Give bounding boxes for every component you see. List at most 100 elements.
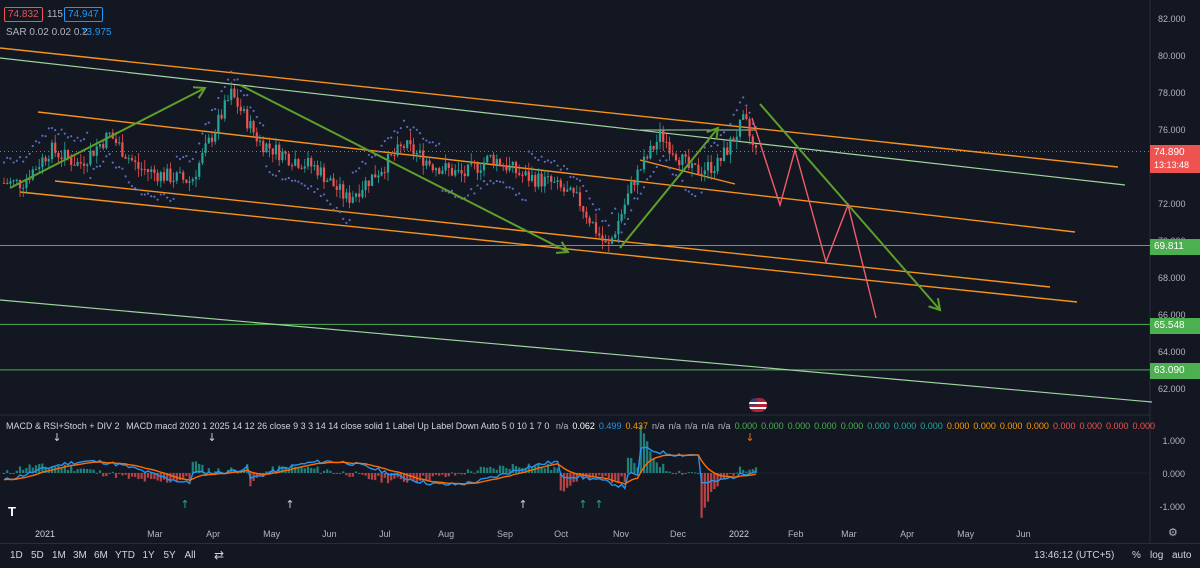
sar-dot xyxy=(530,152,534,155)
sar-dot xyxy=(674,174,678,177)
range-button-5y[interactable]: 5Y xyxy=(164,550,176,561)
candle-body xyxy=(345,192,348,199)
auto-toggle[interactable]: auto xyxy=(1172,550,1191,561)
range-button-1y[interactable]: 1Y xyxy=(143,550,155,561)
candle-body xyxy=(278,144,281,161)
settings-gear-icon[interactable]: ⚙ xyxy=(1168,526,1178,539)
candle-body xyxy=(502,165,505,167)
sar-dot xyxy=(482,180,486,183)
macd-histogram-bar xyxy=(569,473,572,486)
macd-histogram-bar xyxy=(76,469,79,473)
candle-body xyxy=(207,137,210,144)
macd-histogram-bar xyxy=(566,473,569,488)
sar-dot xyxy=(265,165,268,168)
macd-histogram-bar xyxy=(329,470,332,473)
sar-dot xyxy=(194,150,198,154)
candle-body xyxy=(319,167,322,176)
macd-histogram-bar xyxy=(438,473,441,476)
sar-dot xyxy=(246,94,249,97)
macd-histogram-bar xyxy=(665,471,668,473)
sar-dot xyxy=(572,175,575,179)
sar-dot xyxy=(111,161,114,164)
sar-dot xyxy=(217,96,220,100)
sar-dot xyxy=(28,152,31,155)
sar-dot xyxy=(511,187,514,190)
candle-body xyxy=(713,171,716,173)
indicator-value: 0.437 xyxy=(625,421,648,431)
macd-histogram-bar xyxy=(428,473,431,481)
macd-histogram-bar xyxy=(630,458,633,473)
macd-histogram-bar xyxy=(614,473,617,481)
range-button-6m[interactable]: 6M xyxy=(94,550,108,561)
log-toggle[interactable]: log xyxy=(1150,550,1163,561)
candle-body xyxy=(265,143,268,153)
level-tag-1: 69.811 xyxy=(1150,239,1200,255)
divergence-down-marker: ↓ xyxy=(745,431,754,444)
candle-body xyxy=(402,146,406,148)
sar-dot xyxy=(204,123,207,126)
sar-dot xyxy=(687,190,690,193)
compare-icon[interactable]: ⇄ xyxy=(214,548,224,562)
sar-dot xyxy=(79,139,82,142)
sar-dot xyxy=(105,155,108,158)
macd-histogram-bar xyxy=(450,472,454,474)
indicator-header[interactable]: MACD & RSI+Stoch + DIV 2 MACD macd 2020 … xyxy=(6,421,1163,431)
macd-histogram-bar xyxy=(70,465,73,473)
macd-histogram-bar xyxy=(694,472,697,474)
sar-dot xyxy=(118,166,121,169)
sar-dot xyxy=(658,159,662,162)
green-arrow-down-2 xyxy=(759,103,941,311)
macd-histogram-bar xyxy=(460,473,463,475)
macd-histogram-bar xyxy=(598,473,601,476)
candle-body xyxy=(639,169,642,171)
sar-dot xyxy=(300,182,303,185)
range-button-1d[interactable]: 1D xyxy=(10,550,23,561)
sar-dot xyxy=(121,167,124,170)
candle-body xyxy=(495,159,498,165)
sar-dot xyxy=(623,223,626,226)
candle-body xyxy=(367,180,370,186)
sar-label[interactable]: SAR 0.02 0.02 0.2 xyxy=(6,27,88,38)
candle-body xyxy=(9,181,12,184)
sar-dot xyxy=(380,144,383,147)
percent-toggle[interactable]: % xyxy=(1132,550,1141,561)
candle-body xyxy=(377,175,380,178)
candle-body xyxy=(204,143,207,153)
candle-body xyxy=(370,174,374,186)
candle-body xyxy=(390,154,393,156)
price-chart[interactable]: ↓ ↓ ↓ ↑ ↑ ↑ ↑ ↑ xyxy=(0,0,1200,543)
sar-dot xyxy=(98,165,102,168)
ohlc-badge-close: 74.947 xyxy=(64,7,103,22)
candle-body xyxy=(268,143,271,149)
macd-histogram-bar xyxy=(98,470,102,473)
sar-dot xyxy=(518,192,521,195)
us-flag-icon[interactable] xyxy=(749,398,767,412)
sar-dot xyxy=(137,188,140,191)
sar-dot xyxy=(9,157,12,160)
range-button-3m[interactable]: 3M xyxy=(73,550,87,561)
sar-dot xyxy=(127,181,130,184)
range-button-5d[interactable]: 5D xyxy=(31,550,44,561)
macd-histogram-bar xyxy=(150,473,153,480)
range-button-1m[interactable]: 1M xyxy=(52,550,66,561)
macd-histogram-bar xyxy=(102,473,105,477)
sar-dot xyxy=(185,154,188,158)
range-button-ytd[interactable]: YTD xyxy=(115,550,135,561)
macd-histogram-bar xyxy=(674,473,678,475)
candle-body xyxy=(444,163,447,171)
candle-body xyxy=(191,179,194,182)
candle-body xyxy=(412,144,415,155)
sar-dot xyxy=(239,89,242,93)
macd-histogram-bar xyxy=(185,473,188,477)
macd-histogram-bar xyxy=(662,463,665,473)
candle-body xyxy=(543,176,546,187)
sar-dot xyxy=(262,124,265,127)
macd-histogram-bar xyxy=(543,468,546,473)
candle-body xyxy=(76,162,79,166)
price-tick-label: 68.000 xyxy=(1158,273,1186,283)
clock[interactable]: 13:46:12 (UTC+5) xyxy=(1034,550,1114,561)
sar-dot xyxy=(70,135,73,138)
range-button-all[interactable]: All xyxy=(185,550,196,561)
sar-dot xyxy=(665,159,668,162)
candle-body xyxy=(358,193,361,197)
